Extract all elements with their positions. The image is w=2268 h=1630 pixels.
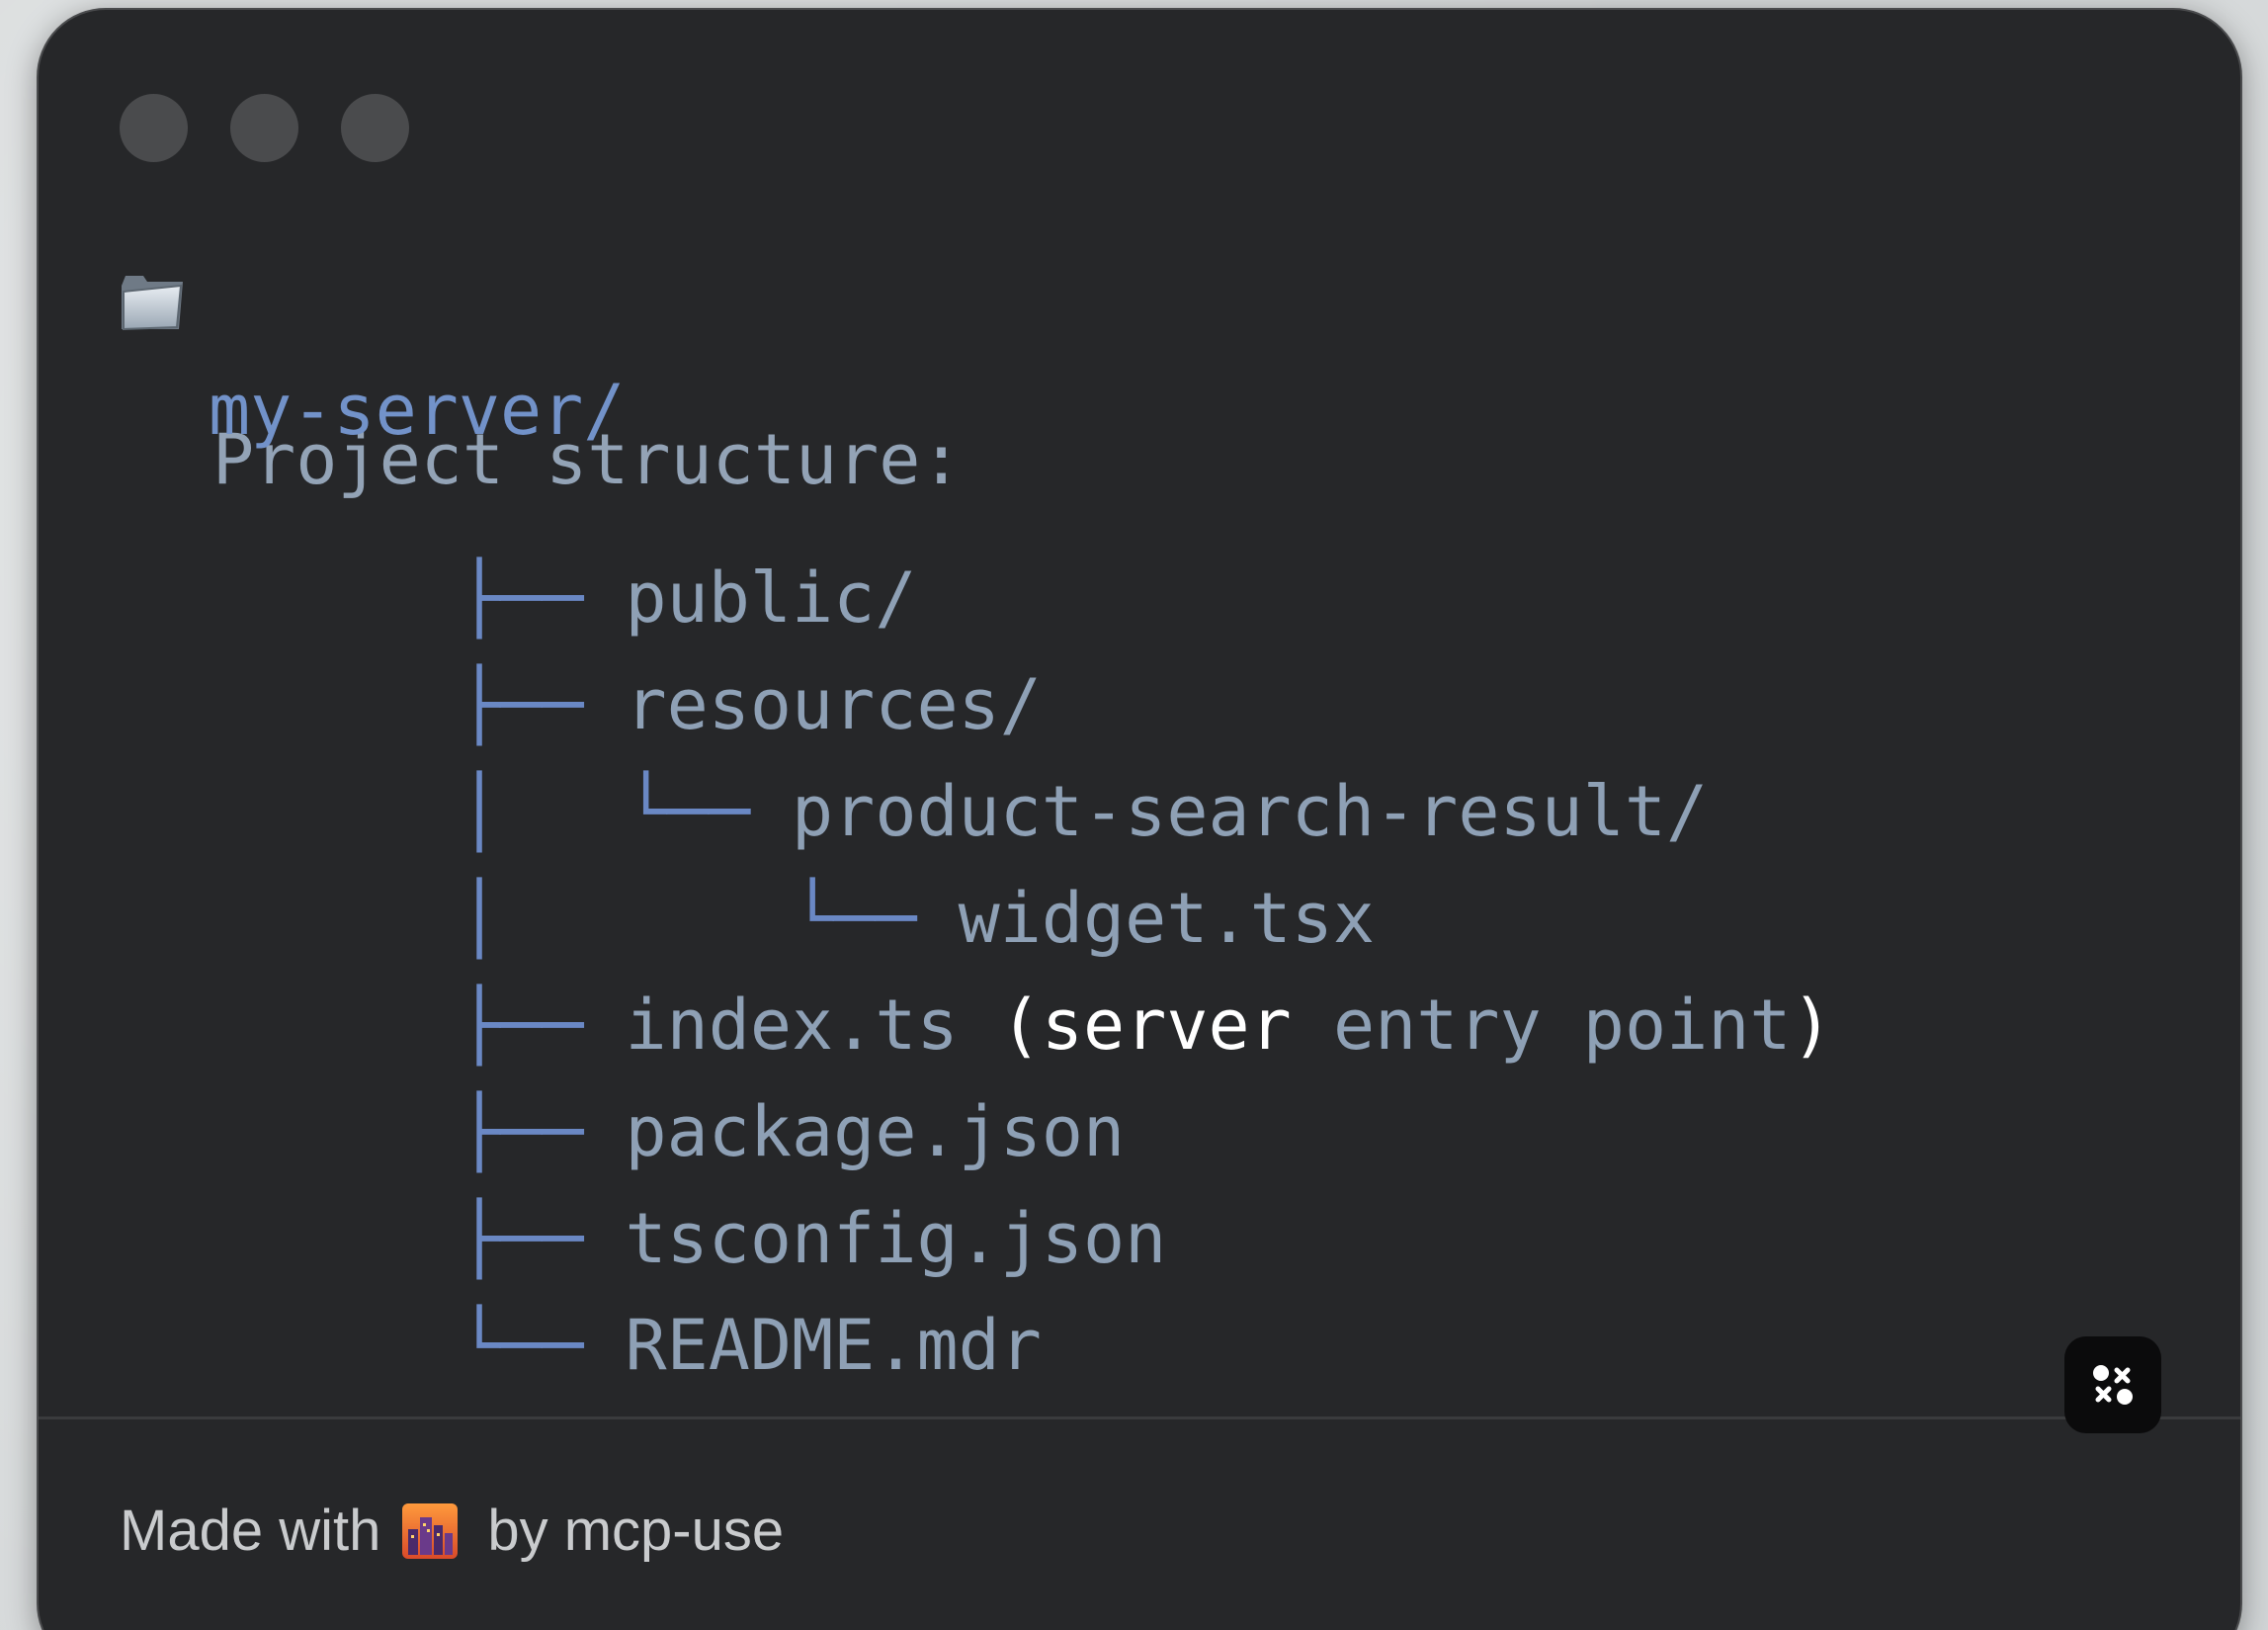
folder-icon	[122, 276, 183, 331]
mcp-use-logo-button[interactable]	[2064, 1336, 2161, 1433]
zoom-dot[interactable]	[341, 94, 409, 162]
tree-entry: ├── tsconfig.json	[209, 1120, 1166, 1278]
window-controls	[120, 94, 409, 162]
by-mcp-use-label: by mcp-use	[487, 1499, 785, 1563]
entry-comment-close: )	[1791, 985, 1833, 1066]
cityscape-icon	[402, 1502, 459, 1559]
tree-entry: ├── resources/	[209, 586, 1042, 744]
code-window: Project structure: my-server/ ├── public…	[37, 8, 2242, 1630]
tree-entry: └── README.mdr	[209, 1227, 1042, 1385]
tree-root: my-server/	[209, 370, 626, 451]
entry-comment: entry point	[1332, 985, 1792, 1066]
made-with-label: Made with	[120, 1499, 381, 1563]
tree-entry: ├── public/	[209, 479, 917, 638]
tree-entry: │ └── widget.tsx	[209, 800, 1375, 958]
tree-entry: │ └── product-search-result/	[209, 693, 1708, 851]
tree-branch: └──	[458, 1305, 626, 1386]
mcp-use-logo-icon	[2093, 1365, 2133, 1405]
entry-name: README.mdr	[625, 1305, 1042, 1386]
tree-entry: ├── index.ts (server entry point)	[209, 906, 1833, 1065]
footer-divider	[39, 1416, 2240, 1419]
tree-heading-line: Project structure:	[120, 262, 963, 499]
close-dot[interactable]	[120, 94, 188, 162]
footer: Made with by mcp-use	[120, 1498, 784, 1564]
tree-entry: ├── package.json	[209, 1013, 1125, 1171]
minimize-dot[interactable]	[230, 94, 298, 162]
